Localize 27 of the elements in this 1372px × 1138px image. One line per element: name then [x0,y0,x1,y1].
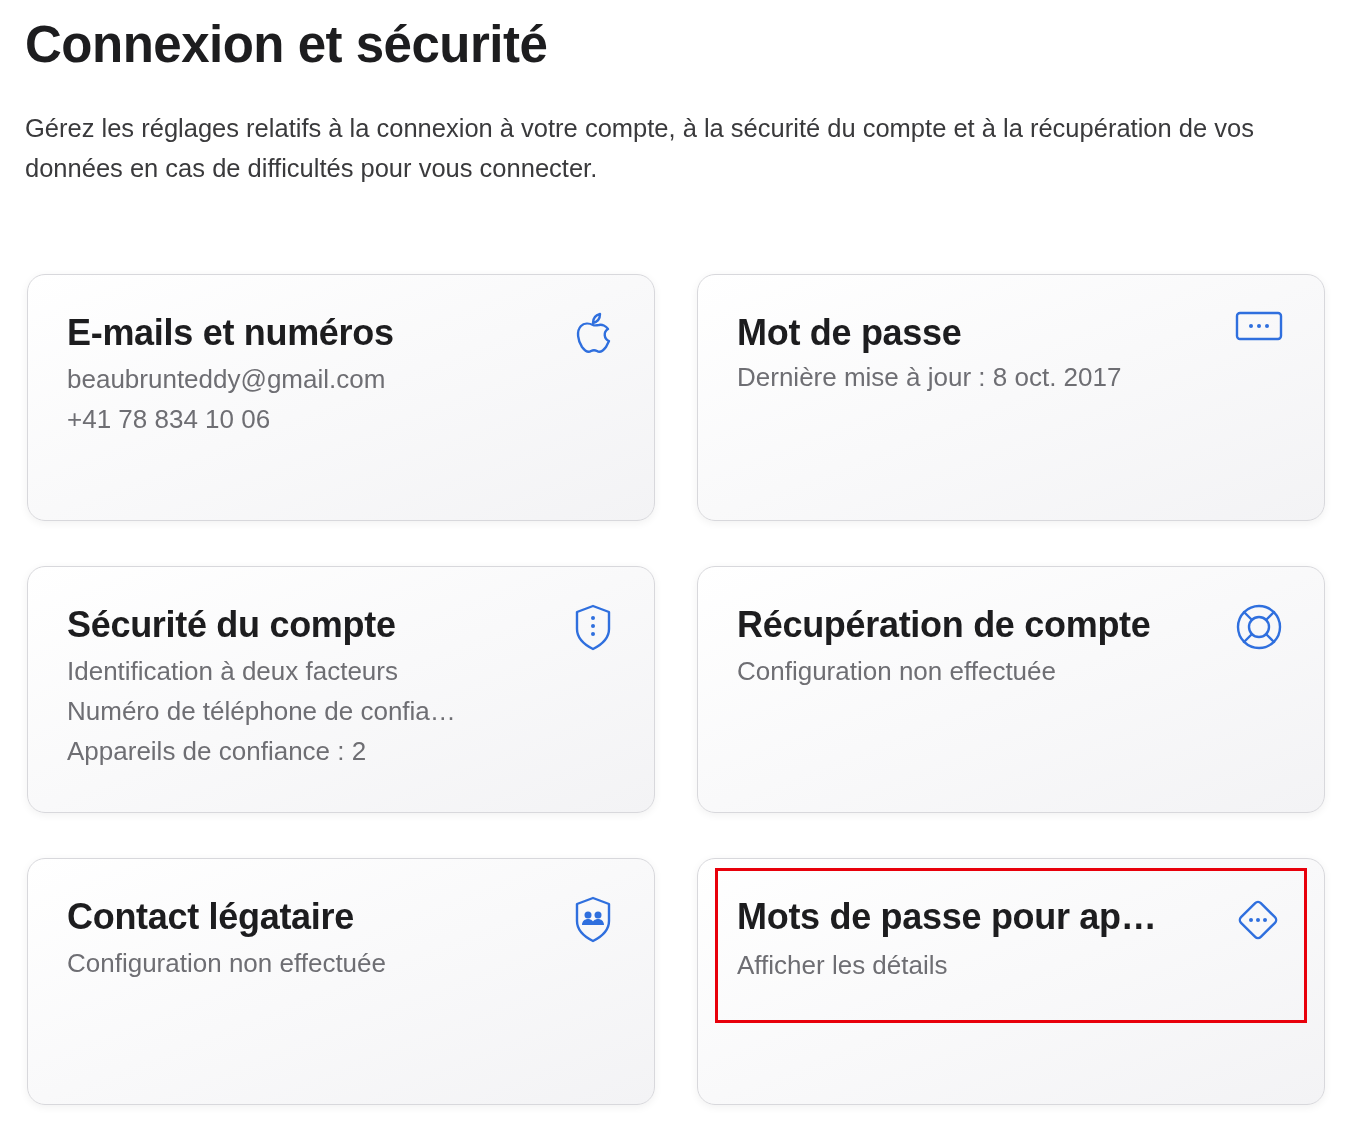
card-title: Mots de passe pour ap… [737,895,1157,939]
card-detail: Identification à deux facteurs [67,655,399,688]
card-detail: Numéro de téléphone de confia… [67,695,457,728]
lifebuoy-icon [1235,603,1283,651]
settings-card[interactable]: Mots de passe pour ap… Afficher les détails [697,858,1325,1105]
card-title: Contact légataire [67,895,354,939]
card-detail: Configuration non effectuée [737,655,1057,688]
settings-card[interactable]: Mot de passe Dernière mise à jour : 8 oct. 2017 [697,274,1325,521]
settings-card[interactable]: Sécurité du compte Identification à deux facteurs Numéro de téléphone de confia… Appareils de confiance : 2 [27,566,655,813]
card-title: Mot de passe [737,311,962,355]
page-description: Gérez les réglages relatifs à la connexion à votre compte, à la sécurité du compte et à la récupération de vos données en cas de difficultés pour vous connecter. [25,113,1255,184]
card-detail: Dernière mise à jour : 8 oct. 2017 [737,361,1123,394]
card-detail: Configuration non effectuée [67,947,387,980]
card-detail: Appareils de confiance : 2 [67,735,368,768]
card-title: Récupération de compte [737,603,1151,647]
shield-icon [573,603,613,651]
people-shield-icon [573,895,613,943]
page-title: Connexion et sécurité [25,15,549,75]
settings-card[interactable]: Contact légataire Configuration non effectuée [27,858,655,1105]
settings-card[interactable]: Récupération de compte Configuration non effectuée [697,566,1325,813]
card-title: E-mails et numéros [67,311,394,355]
card-detail: +41 78 834 10 06 [67,403,272,436]
card-detail: Afficher les détails [737,949,949,982]
card-title: Sécurité du compte [67,603,396,647]
card-detail: beaubrunteddy@gmail.com [67,363,387,396]
settings-card[interactable]: E-mails et numéros beaubrunteddy@gmail.com +41 78 834 10 06 [27,274,655,521]
password-icon [1235,311,1283,341]
